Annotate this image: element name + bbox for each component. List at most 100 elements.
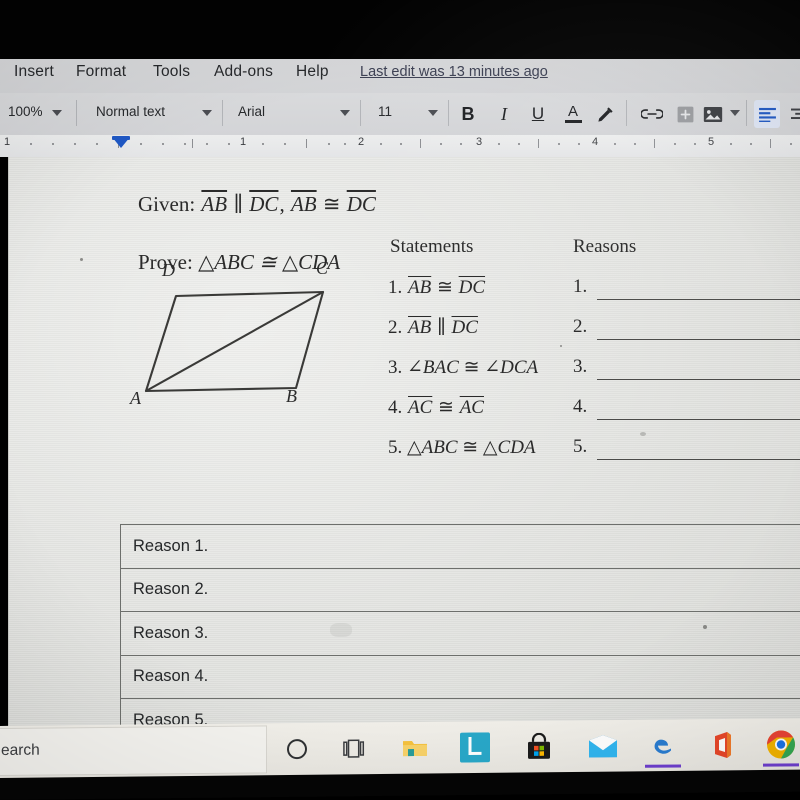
ruler-number: 5 <box>708 136 715 148</box>
statement-operand-b: AC <box>459 397 484 418</box>
cortana-icon[interactable] <box>280 732 314 766</box>
reason-blank-5[interactable] <box>597 458 800 460</box>
menu-item-insert[interactable]: Insert <box>14 63 54 81</box>
statement-operand-a: △ABC <box>407 437 458 458</box>
reason-number-5: 5. <box>573 436 588 457</box>
figure-vertex-label-d: D <box>162 260 175 280</box>
menu-item-format[interactable]: Format <box>76 63 126 81</box>
table-row[interactable]: Reason 1. <box>120 524 800 569</box>
photo-speck <box>703 625 707 629</box>
task-view-icon[interactable] <box>338 731 372 765</box>
statement-operand-b: DC <box>451 317 478 338</box>
statement-number: 5. <box>388 437 403 458</box>
lightshot-icon[interactable] <box>458 730 492 764</box>
ruler-number: 4 <box>592 136 599 148</box>
font-family-chevron-down-icon[interactable] <box>340 110 350 116</box>
reason-cell-2[interactable]: Reason 2. <box>120 567 800 612</box>
toolbar-divider-6 <box>746 100 747 126</box>
photo-speck <box>80 258 83 261</box>
reason-number-4: 4. <box>573 396 588 417</box>
zoom-chevron-down-icon[interactable] <box>52 110 62 116</box>
menu-item-tools[interactable]: Tools <box>153 63 190 81</box>
statement-operator: ≅ <box>462 437 479 458</box>
toolbar-divider-2 <box>222 100 223 126</box>
font-family-value[interactable]: Arial <box>238 104 265 119</box>
reason-blank-3[interactable] <box>597 378 800 380</box>
figure-vertex-label-a: A <box>130 388 141 408</box>
table-row[interactable]: Reason 4. <box>120 654 800 699</box>
table-row[interactable]: Reason 2. <box>120 567 800 612</box>
parallelogram-figure: D C A B <box>128 258 358 408</box>
search-input[interactable]: earch <box>0 725 267 777</box>
given-line: Given: AB ∥ DC, AB ≅ DC <box>138 192 377 217</box>
bold-icon[interactable]: B <box>458 100 478 128</box>
menu-item-add-ons[interactable]: Add-ons <box>214 63 273 81</box>
file-explorer-icon[interactable] <box>398 731 432 765</box>
add-comment-icon[interactable] <box>674 100 696 128</box>
microsoft-office-icon[interactable] <box>706 728 740 762</box>
reason-blank-4[interactable] <box>597 418 800 420</box>
image-options-chevron-down-icon[interactable] <box>730 110 740 116</box>
statement-row-4: 4. AC ≅ AC <box>388 396 485 419</box>
given-seg-ab-1: AB <box>201 192 228 216</box>
reason-cell-1[interactable]: Reason 1. <box>120 524 800 569</box>
statement-operator: ≅ <box>436 277 453 298</box>
screen-bezel-top <box>0 0 800 59</box>
text-color-swatch <box>564 120 582 123</box>
toolbar-divider-5 <box>626 100 627 126</box>
figure-vertex-label-c: C <box>316 258 329 278</box>
given-parallel-symbol: ∥ <box>233 192 244 216</box>
microsoft-store-icon[interactable] <box>522 730 556 764</box>
mail-icon[interactable] <box>586 729 620 763</box>
font-size-value[interactable]: 11 <box>378 104 392 119</box>
statements-header: Statements <box>390 236 474 257</box>
statement-number: 4. <box>388 397 403 418</box>
insert-image-icon[interactable] <box>702 100 724 128</box>
statement-operand-a: AB <box>408 277 432 298</box>
photo-smudge <box>330 623 352 637</box>
highlight-icon[interactable] <box>594 100 616 128</box>
left-indent-marker[interactable] <box>112 137 130 148</box>
given-seg-dc-1: DC <box>249 192 279 216</box>
statement-operand-a: ∠BAC <box>407 357 459 378</box>
given-label: Given: <box>138 192 196 216</box>
reason-blank-2[interactable] <box>597 338 800 340</box>
statement-number: 2. <box>388 317 403 338</box>
paragraph-style-value[interactable]: Normal text <box>96 104 165 119</box>
paragraph-style-chevron-down-icon[interactable] <box>202 110 212 116</box>
microsoft-edge-icon[interactable] <box>646 728 680 762</box>
reason-blank-1[interactable] <box>597 298 800 300</box>
given-seg-dc-2: DC <box>346 192 376 216</box>
last-edit-status[interactable]: Last edit was 13 minutes ago <box>360 64 548 80</box>
reason-cell-4[interactable]: Reason 4. <box>120 654 800 699</box>
figure-vertex-label-b: B <box>286 386 297 406</box>
laptop-screen-photo: Insert Format Tools Add-ons Help Last ed… <box>0 0 800 800</box>
statement-operator: ≅ <box>463 357 480 378</box>
ruler-number: 1 <box>240 136 247 148</box>
reason-number-1: 1. <box>573 276 588 297</box>
given-seg-ab-2: AB <box>290 192 317 216</box>
google-chrome-icon[interactable] <box>764 727 798 761</box>
reasons-header: Reasons <box>573 236 637 257</box>
statement-operand-b: ∠DCA <box>484 357 539 378</box>
font-size-chevron-down-icon[interactable] <box>428 110 438 116</box>
statement-operand-b: △CDA <box>482 437 536 458</box>
document-ruler[interactable]: 1 1 2 3 4 5 <box>0 135 800 157</box>
zoom-level-value[interactable]: 100% <box>8 104 43 119</box>
menu-item-help[interactable]: Help <box>296 63 329 81</box>
reasons-table[interactable]: Reason 1. Reason 2. Reason 3. Reason 4. … <box>120 524 800 743</box>
search-placeholder: earch <box>1 741 40 759</box>
statement-row-1: 1. AB ≅ DC <box>388 276 486 299</box>
reason-cell-3[interactable]: Reason 3. <box>120 611 800 656</box>
italic-icon[interactable]: I <box>494 100 514 128</box>
underline-icon[interactable]: U <box>528 100 548 128</box>
toolbar-divider-1 <box>76 100 77 126</box>
statement-operator: ≅ <box>438 397 454 418</box>
toolbar-divider-4 <box>448 100 449 126</box>
insert-link-icon[interactable] <box>640 100 664 128</box>
table-row[interactable]: Reason 3. <box>120 611 800 656</box>
text-color-icon[interactable]: A <box>562 100 584 128</box>
line-spacing-icon[interactable] <box>788 100 800 128</box>
align-left-icon[interactable] <box>754 100 780 128</box>
statement-operand-a: AB <box>408 317 432 338</box>
